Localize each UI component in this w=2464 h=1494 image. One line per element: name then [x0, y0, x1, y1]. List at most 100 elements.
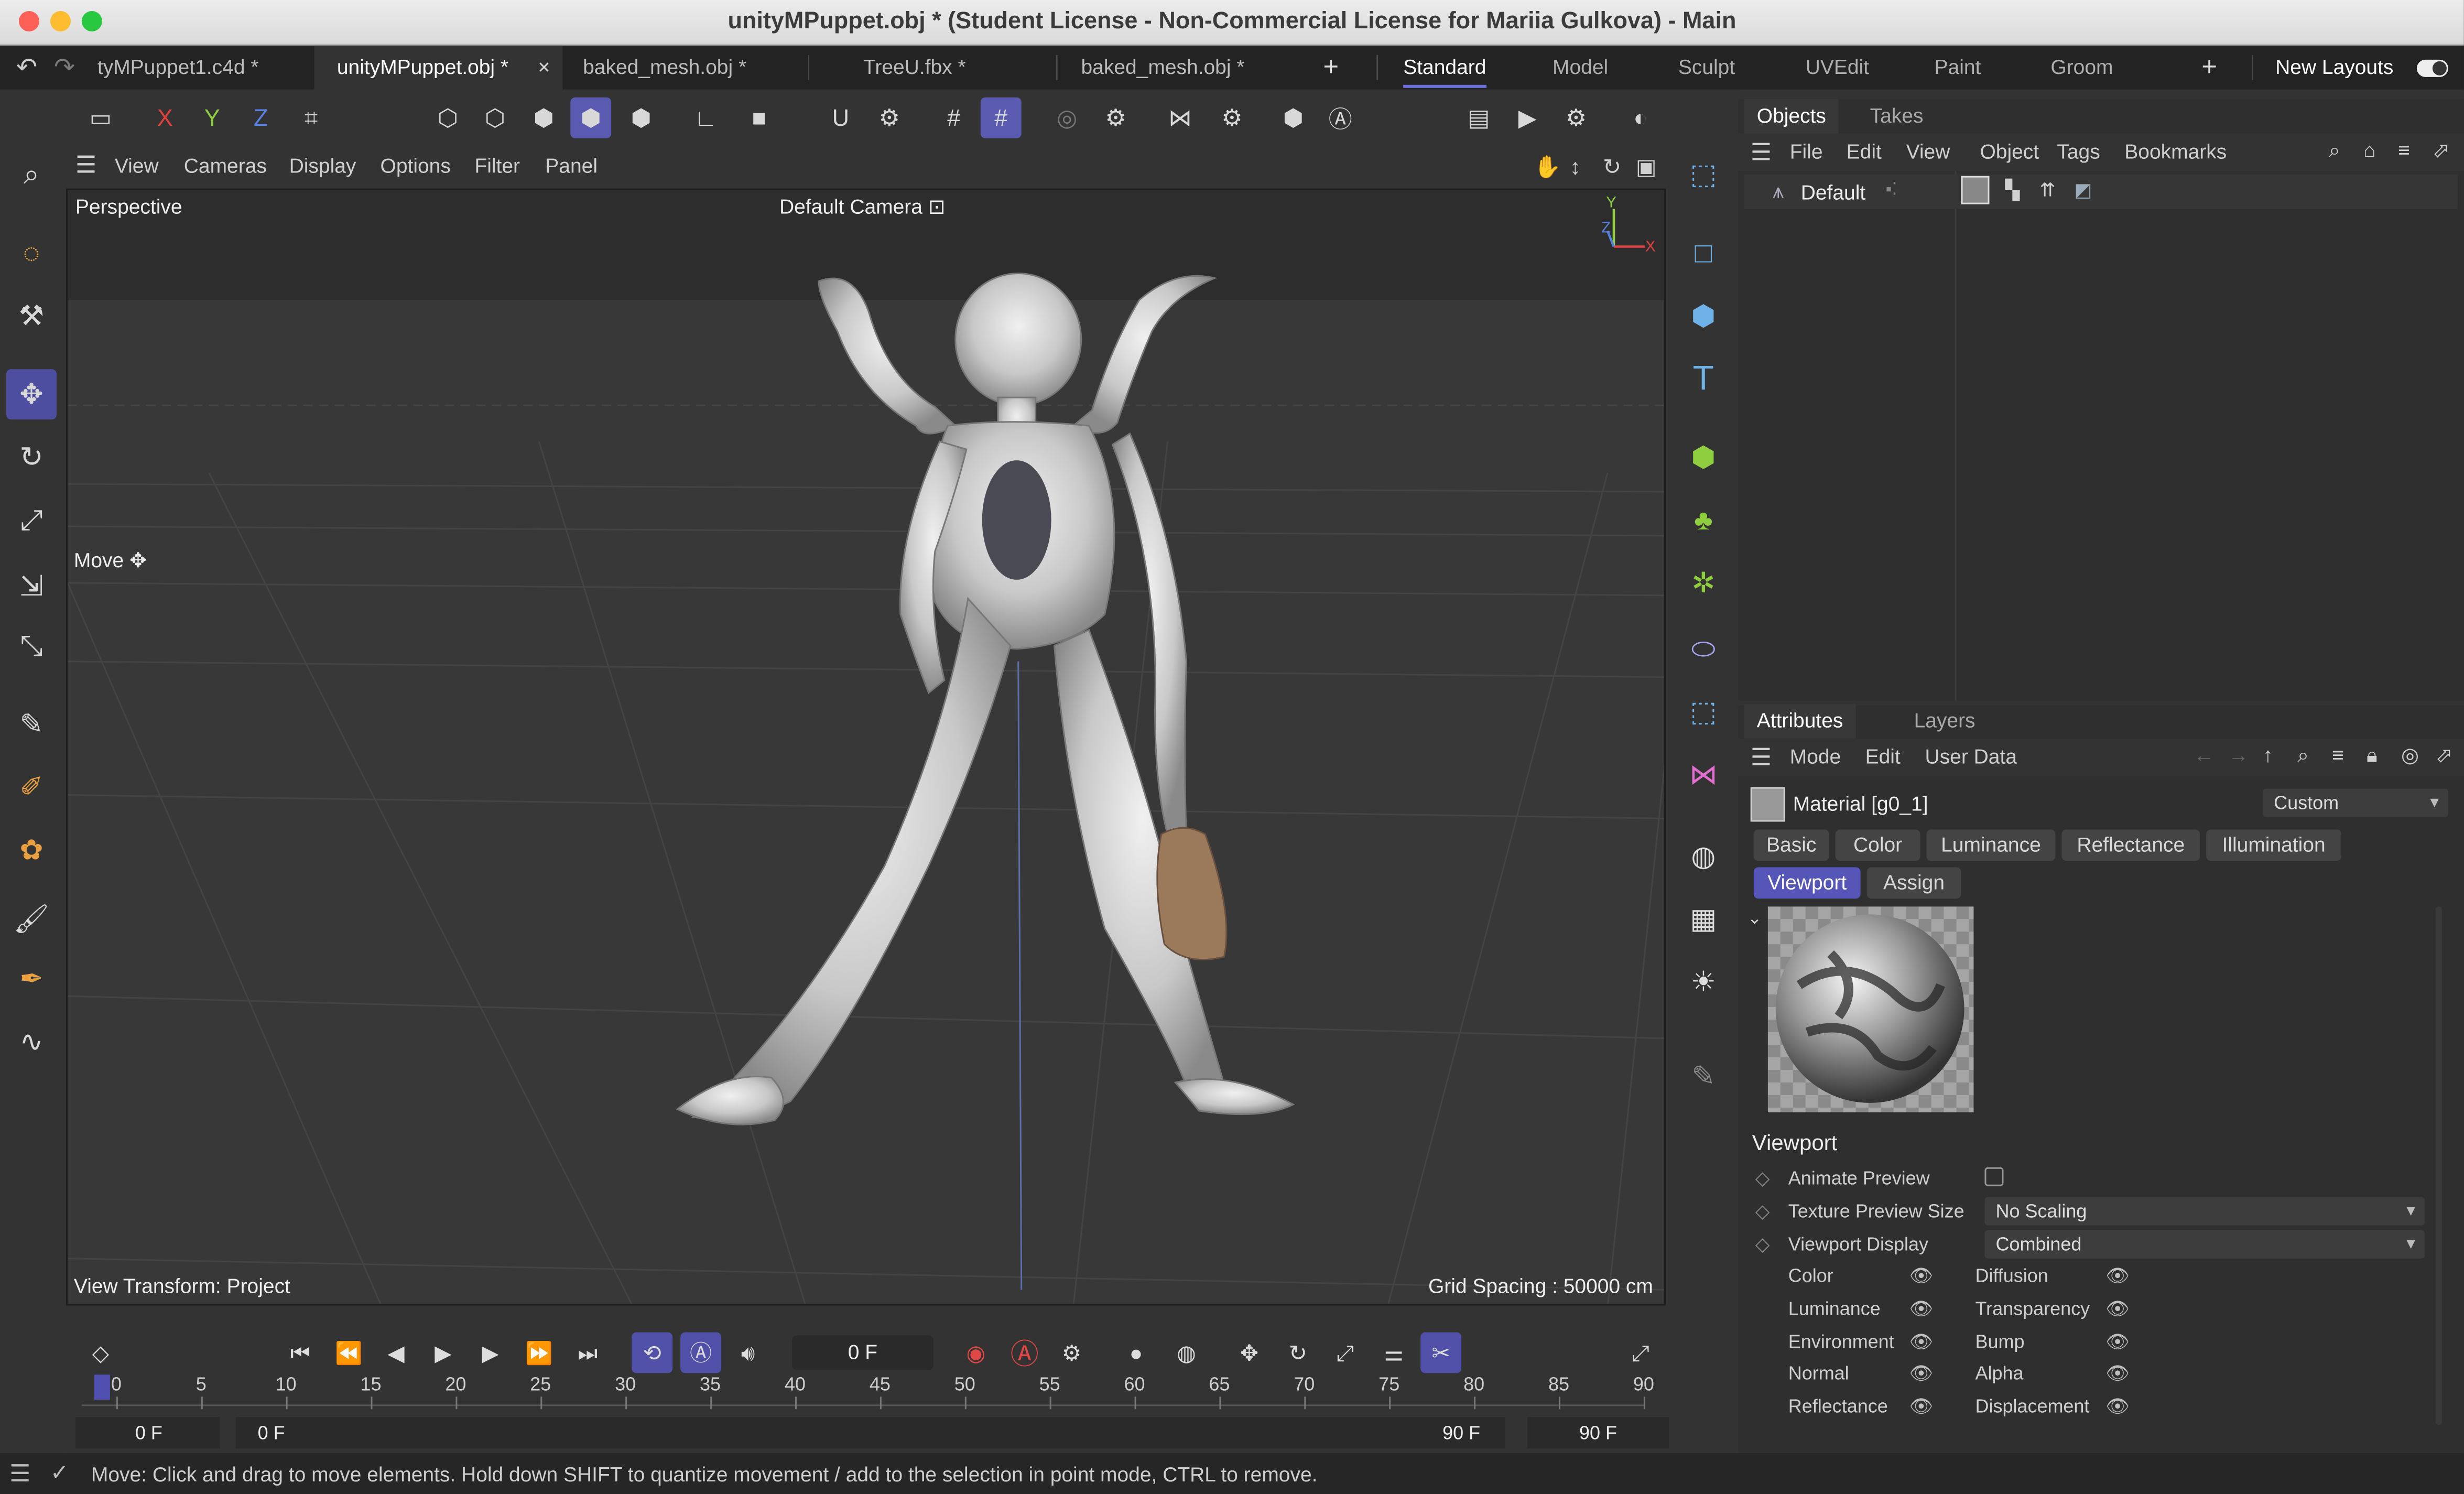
key-position-icon[interactable]: ●	[1116, 1332, 1157, 1373]
spline-pen-icon[interactable]: ✎	[6, 699, 57, 750]
play-icon[interactable]: ▶	[422, 1332, 463, 1373]
new-layouts-toggle[interactable]	[2416, 59, 2448, 77]
document-tab-5[interactable]: baked_mesh.obj *	[1066, 46, 1261, 90]
tweak-mode-icon[interactable]: ■	[739, 98, 779, 138]
orbit-view-icon[interactable]: ↻	[1603, 154, 1621, 181]
object-row[interactable]: ⩚ Default ▪⁚ ▚ ⇈ ◩	[1744, 174, 2458, 209]
environment-object-icon[interactable]: ◍	[1678, 831, 1729, 881]
previous-frame-icon[interactable]: ◀	[376, 1332, 417, 1373]
texture-preview-size-dropdown[interactable]: No Scaling	[1984, 1197, 2425, 1226]
polygon-pen-icon[interactable]: ✿	[6, 825, 57, 875]
lock-workplane-icon[interactable]: ⬢	[1273, 98, 1314, 138]
lock-y-axis-button[interactable]: Y	[192, 98, 233, 138]
close-tab-icon[interactable]: ×	[538, 46, 550, 90]
new-window-icon[interactable]: ⬀	[2436, 743, 2453, 768]
coordinate-system-icon[interactable]: ⌗	[291, 98, 332, 138]
transform-tool-icon[interactable]: ⤡	[6, 621, 57, 671]
mode-dropdown[interactable]: Custom	[2263, 788, 2448, 817]
symmetry-settings-icon[interactable]: ⚙	[1211, 98, 1252, 138]
redo-icon[interactable]: ↷	[44, 47, 85, 88]
symmetry-icon[interactable]: ⋈	[1160, 98, 1201, 138]
snap-settings-icon[interactable]: ⚙	[869, 98, 910, 138]
layout-paint[interactable]: Paint	[1935, 46, 1981, 90]
axis-mode-icon[interactable]: ∟	[685, 98, 726, 138]
key-settings-icon[interactable]: ⚙	[1051, 1332, 1092, 1373]
target-icon[interactable]: ◎	[2401, 743, 2419, 768]
eye-icon[interactable]: 👁︎	[1909, 1298, 1934, 1320]
key-param-icon[interactable]: ⚌	[1373, 1332, 1414, 1373]
render-picture-viewer-icon[interactable]: ▶	[1507, 98, 1548, 138]
viewport-solo-icon[interactable]: ◐	[1620, 98, 1661, 138]
cube-object-icon[interactable]: ⬢	[1678, 290, 1729, 341]
object-mode-icon[interactable]: ⬢	[570, 97, 612, 138]
next-key-icon[interactable]: ⏩	[518, 1332, 559, 1373]
start-frame-field[interactable]: 0 F	[75, 1417, 220, 1449]
sketch-tool-icon[interactable]: ✐	[6, 762, 57, 813]
text-object-icon[interactable]: T	[1678, 353, 1729, 404]
layout-uvedit[interactable]: UVEdit	[1806, 46, 1869, 90]
render-view-icon[interactable]: ▤	[1458, 98, 1499, 138]
eye-icon[interactable]: 👁︎	[1909, 1330, 1934, 1352]
add-layout-icon[interactable]: +	[2201, 46, 2217, 90]
camera-object-icon[interactable]: ⬚	[1678, 149, 1729, 200]
back-arrow-icon[interactable]: ←	[2194, 743, 2214, 767]
render-settings-icon[interactable]: ⚙	[1095, 98, 1136, 138]
edges-mode-icon[interactable]: ⬡	[474, 98, 515, 138]
end-frame-field[interactable]: 90 F	[1527, 1417, 1669, 1449]
attributes-menu-mode[interactable]: Mode	[1790, 745, 1841, 768]
playback-rate-icon[interactable]: Ⓐ	[680, 1332, 722, 1373]
add-tab-icon[interactable]: +	[1314, 46, 1348, 90]
attributes-scrollbar[interactable]	[2435, 906, 2442, 1425]
loop-icon[interactable]: ⟲	[632, 1332, 673, 1373]
undo-icon[interactable]: ↶	[6, 47, 47, 88]
eye-icon[interactable]: 👁︎	[1909, 1362, 1934, 1384]
search-icon[interactable]: ⌕	[2297, 743, 2309, 768]
camera-st-object-icon[interactable]: ▦	[1678, 894, 1729, 944]
objects-menu-view[interactable]: View	[1906, 140, 1950, 164]
lock-z-axis-button[interactable]: Z	[241, 98, 281, 138]
home-icon[interactable]: ⌂	[2363, 138, 2376, 162]
pan-view-icon[interactable]: ✋	[1534, 154, 1561, 181]
next-frame-icon[interactable]: ▶	[470, 1332, 511, 1373]
eye-icon[interactable]: 👁︎	[2105, 1265, 2130, 1287]
keyframe-diamond-icon[interactable]: ◇	[80, 1332, 121, 1373]
keyframe-diamond-icon[interactable]: ◇	[1755, 1200, 1770, 1222]
polygons-mode-icon[interactable]: ⬢	[523, 98, 564, 138]
search-icon[interactable]: ⌕	[6, 149, 57, 200]
spline-sketch-icon[interactable]: ∿	[6, 1016, 57, 1067]
previous-key-icon[interactable]: ⏪	[329, 1332, 370, 1373]
current-frame-field[interactable]: 0 F	[791, 1335, 934, 1370]
objects-menu-tags[interactable]: Tags	[2057, 140, 2100, 164]
go-to-start-icon[interactable]: ⏮	[280, 1332, 321, 1373]
objects-menu-edit[interactable]: Edit	[1847, 140, 1882, 164]
keyframe-diamond-icon[interactable]: ◇	[1755, 1233, 1770, 1255]
viewport-hamburger-icon[interactable]: ☰	[75, 151, 96, 179]
edit-render-settings-icon[interactable]: ⚙	[1556, 98, 1597, 138]
material-tag-icon[interactable]	[1961, 176, 1990, 204]
camera-label[interactable]: Default Camera ⊡	[779, 195, 946, 220]
toggle-panel-icon[interactable]: ▣	[1636, 154, 1657, 181]
soft-selection-icon[interactable]: ◎	[1047, 98, 1088, 138]
attributes-menu-user-data[interactable]: User Data	[1925, 745, 2017, 768]
document-tab-4[interactable]: TreeU.fbx *	[817, 46, 1012, 90]
3d-viewport[interactable]: Perspective Default Camera ⊡ Y Z X Move …	[66, 188, 1666, 1306]
filter-icon[interactable]: ≡	[2332, 743, 2344, 767]
key-rotation-icon[interactable]: ◍	[1166, 1332, 1207, 1373]
mograph-object-icon[interactable]: ⋈	[1678, 750, 1729, 800]
viewport-display-dropdown[interactable]: Combined	[1984, 1230, 2425, 1259]
record-active-icon[interactable]: ◉	[956, 1332, 996, 1373]
tab-basic[interactable]: Basic	[1753, 829, 1829, 861]
visibility-dots-icon[interactable]: ▪⁚	[1886, 179, 1897, 200]
tab-color[interactable]: Color	[1835, 829, 1920, 861]
rotate-tool-icon[interactable]: ↻	[6, 432, 57, 482]
layout-model[interactable]: Model	[1553, 46, 1608, 90]
tab-luminance[interactable]: Luminance	[1926, 829, 2056, 861]
move-tool-icon[interactable]: ✥	[6, 369, 57, 420]
key-pla-icon[interactable]: ✂	[1420, 1332, 1462, 1373]
frame-range-bar[interactable]: 0 F 90 F	[235, 1417, 1506, 1449]
filter-icon[interactable]: ≡	[2398, 138, 2410, 162]
viewport-menu-view[interactable]: View	[115, 154, 159, 178]
knife-tool-icon[interactable]: ✒	[6, 954, 57, 1004]
transfer-tool-icon[interactable]: ⇲	[6, 561, 57, 611]
tab-reflectance[interactable]: Reflectance	[2061, 829, 2200, 861]
